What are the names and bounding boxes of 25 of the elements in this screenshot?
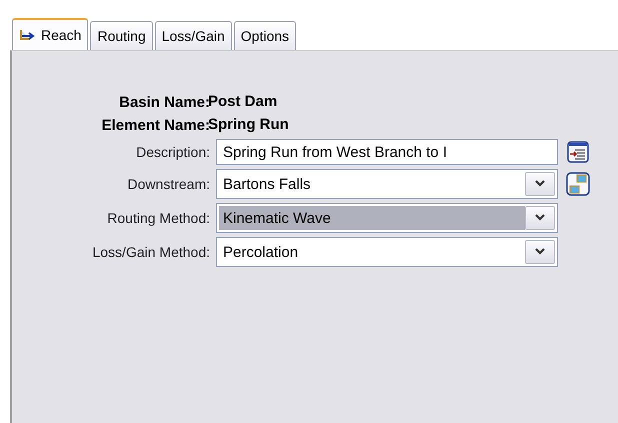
field-label: Description: (135, 144, 210, 160)
tab[interactable]: Reach (12, 18, 88, 50)
dropdown-button[interactable] (525, 172, 555, 196)
info-label: Basin Name: (118, 94, 210, 111)
dropdown[interactable]: Kinematic Wave (216, 203, 558, 233)
info-value: Spring Run (208, 116, 290, 133)
info-value: Post Dam (208, 93, 278, 110)
tab[interactable]: Loss/Gain (154, 21, 232, 50)
input-field[interactable]: Spring Run from West Branch to I (216, 139, 558, 165)
dropdown[interactable]: Percolation (216, 237, 558, 267)
select-element-icon[interactable] (566, 172, 590, 196)
caret-icon (534, 248, 546, 256)
field-label: Downstream: (126, 176, 210, 192)
reach-icon (19, 28, 37, 42)
caret-icon (534, 214, 546, 222)
dropdown-button[interactable] (525, 240, 555, 264)
tab[interactable]: Routing (90, 21, 153, 50)
caret-icon (534, 180, 546, 188)
text-editor-icon[interactable] (567, 141, 589, 163)
field-label: Loss/Gain Method: (91, 244, 210, 260)
dropdown-button[interactable] (525, 206, 555, 230)
tab[interactable]: Options (234, 21, 296, 50)
field-label: Routing Method: (106, 210, 210, 226)
dropdown[interactable]: Bartons Falls (216, 169, 558, 199)
info-label: Element Name: (100, 117, 210, 134)
